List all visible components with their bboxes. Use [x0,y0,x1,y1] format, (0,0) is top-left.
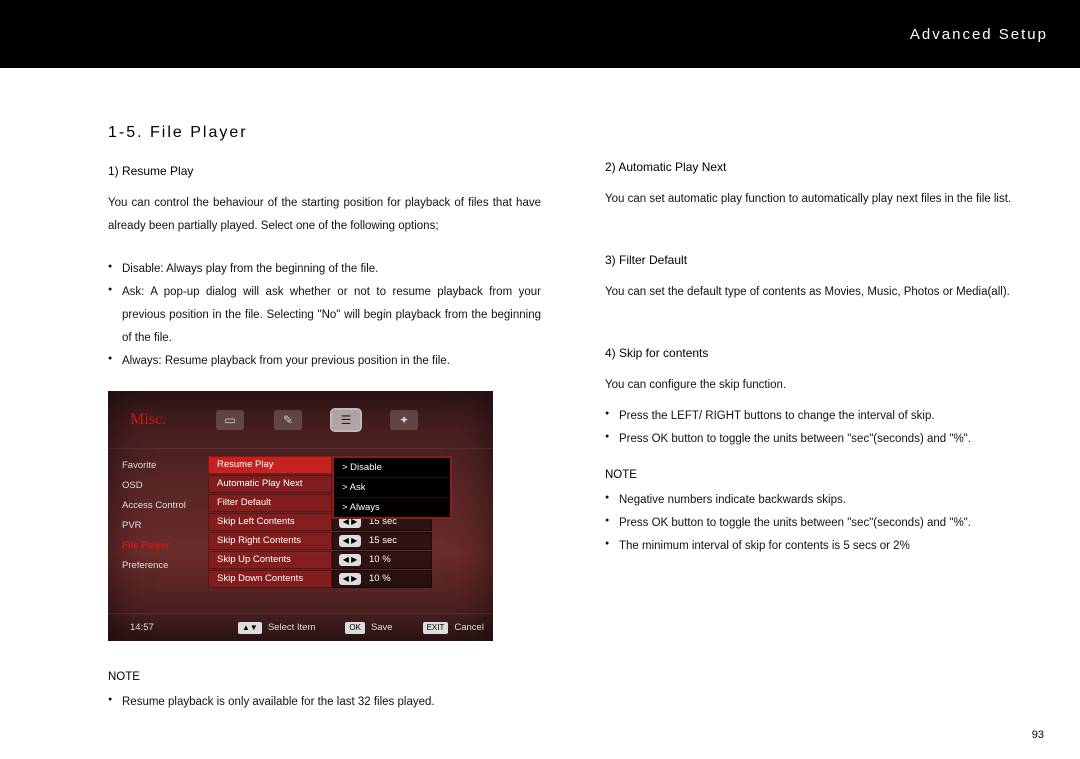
auto-play-head: 2) Automatic Play Next [605,160,1038,174]
hint-save: OKSave [345,622,392,634]
dropdown-option: > Ask [334,478,450,498]
header-title: Advanced Setup [910,26,1048,43]
list-item: Press OK button to toggle the units betw… [605,512,1038,535]
right-column: 2) Automatic Play Next You can set autom… [605,124,1038,732]
left-menu-item: PVR [108,515,208,535]
resume-play-head: 1) Resume Play [108,164,541,178]
left-menu-item: Access Control [108,495,208,515]
list-item: Always: Resume playback from your previo… [108,350,541,373]
skip-head: 4) Skip for contents [605,346,1038,360]
header-bar: Advanced Setup [0,0,1080,68]
resume-play-dropdown: > Disable> Ask> Always [332,456,452,519]
left-menu: FavoriteOSDAccess ControlPVRFile PlayerP… [108,449,208,609]
resume-play-para: You can control the behaviour of the sta… [108,192,541,238]
resume-play-list: Disable: Always play from the beginning … [108,258,541,373]
filter-default-head: 3) Filter Default [605,253,1038,267]
note-list: Resume playback is only available for th… [108,691,541,714]
settings-row: Skip Right Contents◀ ▶15 sec [208,531,493,550]
left-menu-item: Favorite [108,455,208,475]
auto-play-para: You can set automatic play function to a… [605,188,1038,211]
note-label: NOTE [605,469,1038,481]
list-item: Disable: Always play from the beginning … [108,258,541,281]
note-list: Negative numbers indicate backwards skip… [605,489,1038,558]
list-item: The minimum interval of skip for content… [605,535,1038,558]
skip-para: You can configure the skip function. [605,374,1038,397]
selected-list-icon: ☰ [332,410,360,430]
hint-cancel: EXITCancel [423,622,484,634]
filter-default-para: You can set the default type of contents… [605,281,1038,304]
page-number: 93 [1032,729,1044,741]
settings-row: Skip Up Contents◀ ▶10 % [208,550,493,569]
list-item: Ask: A pop-up dialog will ask whether or… [108,281,541,350]
note-label: NOTE [108,671,541,683]
left-menu-item: Preference [108,555,208,575]
misc-label: Misc. [130,411,166,429]
dropdown-option: > Always [334,498,450,517]
list-item: Press the LEFT/ RIGHT buttons to change … [605,405,1038,428]
dropdown-option: > Disable [334,458,450,478]
list-item: Press OK button to toggle the units betw… [605,428,1038,451]
left-column: 1-5. File Player 1) Resume Play You can … [108,124,541,732]
left-menu-item: OSD [108,475,208,495]
settings-row: Skip Down Contents◀ ▶10 % [208,569,493,588]
tools-icon: ✦ [390,410,418,430]
settings-screenshot: Misc. ▭ ✎ ☰ ✦ FavoriteOSDAccess ControlP… [108,391,493,641]
mouse-icon: ✎ [274,410,302,430]
section-title: 1-5. File Player [108,124,541,142]
hint-select: ▲▼Select Item [238,622,315,634]
skip-list: Press the LEFT/ RIGHT buttons to change … [605,405,1038,451]
list-item: Resume playback is only available for th… [108,691,541,714]
top-icon-row: ▭ ✎ ☰ ✦ [216,410,418,430]
list-item: Negative numbers indicate backwards skip… [605,489,1038,512]
device-icon: ▭ [216,410,244,430]
left-menu-item: File Player [108,535,208,555]
clock: 14:57 [130,622,208,633]
